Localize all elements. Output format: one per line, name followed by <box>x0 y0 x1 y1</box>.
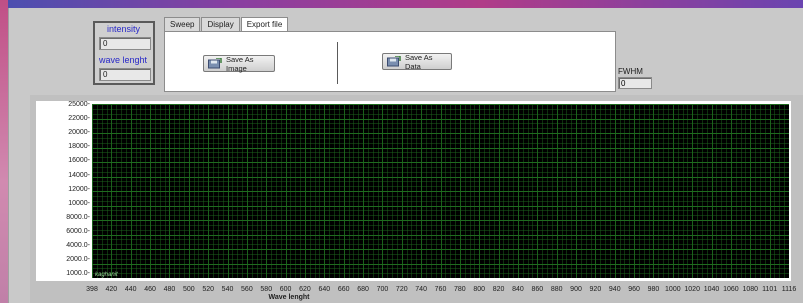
y-tick-label: 22000- <box>68 115 90 123</box>
x-tick-label: 980 <box>647 286 660 293</box>
x-tick-label: 820 <box>492 286 505 293</box>
x-tick-label: 1000 <box>665 286 681 293</box>
y-tick-label: 14000- <box>68 171 90 179</box>
tab-bar: Sweep Display Export file <box>164 17 289 32</box>
wavelength-indicator: 0 <box>99 68 151 81</box>
y-tick-label: 18000- <box>68 143 90 151</box>
y-tick-label: 16000- <box>68 157 90 165</box>
intensity-indicator: 0 <box>99 37 151 50</box>
y-tick-label: 25000- <box>68 101 90 108</box>
x-tick-label: 500 <box>182 286 195 293</box>
x-tick-label: 540 <box>221 286 234 293</box>
x-tick-label: 720 <box>395 286 408 293</box>
x-tick-label: 460 <box>144 286 156 293</box>
plot-tag: kaghanit <box>95 272 118 278</box>
y-tick-label: 6000.0- <box>66 227 90 235</box>
x-tick-label: 1020 <box>684 286 700 293</box>
tab-sweep[interactable]: Sweep <box>164 17 201 31</box>
x-tick-label: 680 <box>357 286 369 293</box>
x-tick-label: 480 <box>163 286 176 293</box>
x-tick-label: 800 <box>473 286 486 293</box>
x-tick-label: 760 <box>434 286 447 293</box>
x-axis-title: Wave lenght <box>268 294 310 301</box>
y-tick-label: 10000- <box>68 199 90 207</box>
plot-area[interactable] <box>92 104 789 278</box>
x-tick-label: 420 <box>105 286 118 293</box>
x-tick-label: 520 <box>202 286 214 293</box>
fwhm-indicator: 0 <box>618 77 652 89</box>
save-as-image-label: Save As Image <box>226 54 254 73</box>
x-tick-label: 560 <box>241 286 253 293</box>
y-tick-label: 1000.0- <box>66 270 90 278</box>
x-tick-label: 580 <box>260 286 273 293</box>
save-as-data-button[interactable]: Save As Data <box>382 52 452 71</box>
x-tick-label: 900 <box>570 286 582 293</box>
intensity-label: intensity <box>107 24 141 34</box>
y-axis-labels: 25000- 22000- 20000- 18000- 16000- 14000- 1200… <box>40 0 90 303</box>
save-as-image-button[interactable]: Save As Image <box>203 54 275 73</box>
x-tick-label: 1116 <box>781 286 797 293</box>
x-tick-label: 740 <box>415 286 427 293</box>
x-tick-label: 640 <box>318 286 331 293</box>
x-tick-label: 620 <box>299 286 311 293</box>
x-tick-label: 1080 <box>742 286 759 293</box>
y-tick-label: 4000.0- <box>66 242 90 249</box>
left-border <box>0 0 8 303</box>
x-tick-label: 398 <box>86 286 98 293</box>
divider <box>337 42 338 84</box>
x-tick-label: 780 <box>454 286 466 293</box>
save-icon <box>387 55 401 67</box>
save-as-data-label: Save As Data <box>405 52 433 71</box>
x-tick-label: 1101 <box>762 286 778 293</box>
tab-display[interactable]: Display <box>201 17 240 31</box>
y-tick-label: 2000.0- <box>66 256 90 264</box>
export-file-tab-page: Save As Image Save As Data <box>164 31 616 92</box>
y-tick-label: 8000.0- <box>66 213 90 221</box>
plot-background <box>92 104 789 278</box>
x-tick-label: 600 <box>279 286 292 293</box>
x-tick-label: 940 <box>608 286 621 293</box>
x-tick-label: 700 <box>376 286 389 293</box>
x-tick-label: 1060 <box>723 286 739 293</box>
x-tick-label: 860 <box>531 286 544 293</box>
x-tick-label: 440 <box>124 286 137 293</box>
x-tick-label: 660 <box>337 286 350 293</box>
x-tick-label: 840 <box>512 286 524 293</box>
x-tick-label: 880 <box>550 286 563 293</box>
y-tick-label: 20000- <box>68 129 90 137</box>
x-tick-label: 920 <box>589 286 602 293</box>
save-icon <box>208 57 222 69</box>
fwhm-label: FWHM <box>618 67 643 76</box>
wavelength-label: wave lenght <box>99 55 148 65</box>
x-tick-label: 1040 <box>703 286 720 293</box>
indicator-cluster: intensity 0 wave lenght 0 <box>93 21 155 85</box>
tab-export-file[interactable]: Export file <box>240 17 289 32</box>
y-tick-label: 12000- <box>68 185 90 193</box>
x-tick-label: 960 <box>628 286 640 293</box>
